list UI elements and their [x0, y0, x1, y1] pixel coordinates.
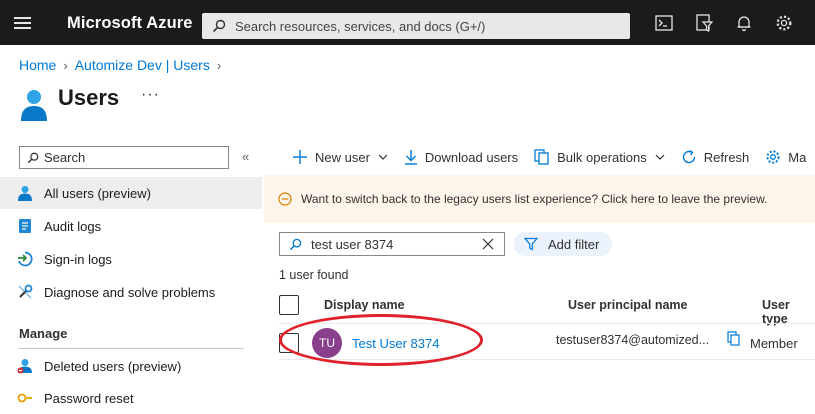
sidebar-item-label: Audit logs: [44, 218, 102, 234]
download-icon: [404, 150, 417, 165]
add-filter-button[interactable]: Add filter: [514, 232, 612, 256]
chevron-down-icon: [655, 154, 665, 160]
sidebar-item-audit-logs[interactable]: Audit logs: [0, 210, 262, 242]
brand-title[interactable]: Microsoft Azure: [67, 14, 193, 33]
bulk-operations-label: Bulk operations: [557, 149, 647, 165]
global-search-input[interactable]: Search resources, services, and docs (G+…: [202, 13, 630, 39]
column-header-user-type[interactable]: User type: [762, 298, 815, 326]
sidebar-item-label: All users (preview): [44, 185, 151, 201]
chevron-right-icon: ›: [216, 57, 222, 73]
plus-icon: [293, 150, 307, 164]
copy-icon[interactable]: [727, 331, 741, 347]
sidebar-search-input[interactable]: Search: [19, 146, 229, 169]
wrench-icon: [18, 284, 33, 299]
bulk-operations-icon: [534, 149, 549, 165]
sidebar-item-label: Password reset: [44, 390, 134, 406]
user-search-input[interactable]: test user 8374: [279, 232, 505, 256]
breadcrumb: Home › Automize Dev | Users ›: [19, 57, 228, 73]
sidebar-search-placeholder: Search: [44, 150, 86, 165]
result-count: 1 user found: [279, 268, 349, 282]
warning-icon: [278, 192, 292, 206]
key-icon: [17, 393, 32, 403]
add-filter-label: Add filter: [548, 236, 600, 252]
page-title: Users: [58, 85, 120, 110]
global-search-placeholder: Search resources, services, and docs (G+…: [235, 18, 486, 34]
breadcrumb-home[interactable]: Home: [19, 57, 56, 73]
sidebar-item-diagnose[interactable]: Diagnose and solve problems: [0, 276, 262, 308]
user-search-value: test user 8374: [311, 236, 394, 252]
sign-in-icon: [18, 251, 33, 267]
sidebar-item-deleted-users[interactable]: Deleted users (preview): [0, 350, 262, 382]
search-icon: [212, 19, 226, 33]
search-icon: [289, 238, 302, 250]
select-all-checkbox[interactable]: [279, 295, 299, 315]
sidebar-item-label: Deleted users (preview): [44, 358, 182, 374]
more-options-icon[interactable]: ···: [141, 86, 160, 104]
notifications-icon[interactable]: [735, 14, 753, 32]
sidebar-item-password-reset[interactable]: Password reset: [0, 382, 262, 414]
top-bar: Microsoft Azure Search resources, servic…: [0, 0, 815, 45]
banner-text: Want to switch back to the legacy users …: [301, 192, 768, 206]
deleted-user-icon: [17, 359, 32, 374]
new-user-label: New user: [315, 149, 370, 165]
users-icon: [21, 90, 47, 121]
column-header-display-name[interactable]: Display name: [324, 298, 405, 312]
user-type: Member: [750, 336, 798, 351]
audit-log-icon: [19, 219, 31, 233]
sidebar-divider: [19, 348, 244, 349]
close-icon[interactable]: [482, 238, 494, 250]
sidebar-item-sign-in-logs[interactable]: Sign-in logs: [0, 243, 262, 275]
filter-icon: [524, 237, 538, 251]
sidebar-item-label: Diagnose and solve problems: [44, 284, 216, 300]
download-users-label: Download users: [424, 149, 519, 165]
preview-banner[interactable]: Want to switch back to the legacy users …: [264, 175, 815, 223]
cloud-shell-icon[interactable]: [655, 14, 673, 32]
highlight-circle-annotation: [279, 314, 483, 366]
download-users-button[interactable]: Download users: [404, 149, 518, 165]
sidebar-item-label: Sign-in logs: [44, 251, 112, 267]
manage-view-button[interactable]: Ma: [765, 149, 806, 165]
manage-view-label: Ma: [788, 149, 807, 165]
menu-icon[interactable]: [14, 17, 31, 29]
gear-icon: [766, 150, 780, 164]
user-principal-name: testuser8374@automized...: [556, 333, 710, 347]
chevron-right-icon: ›: [63, 57, 68, 73]
breadcrumb-tenant[interactable]: Automize Dev | Users: [75, 57, 210, 73]
chevron-down-icon: [378, 154, 388, 160]
sidebar-section-manage: Manage: [19, 326, 68, 341]
column-header-upn[interactable]: User principal name: [568, 298, 688, 312]
refresh-button[interactable]: Refresh: [681, 149, 750, 165]
new-user-button[interactable]: New user: [292, 149, 388, 165]
refresh-label: Refresh: [703, 149, 750, 165]
settings-icon[interactable]: [775, 14, 793, 32]
command-bar: New user Download users Bulk operations …: [292, 147, 815, 167]
refresh-icon: [682, 149, 695, 164]
directory-filter-icon[interactable]: [695, 14, 713, 32]
bulk-operations-button[interactable]: Bulk operations: [534, 149, 665, 165]
sidebar-item-all-users[interactable]: All users (preview): [0, 177, 262, 209]
search-icon: [27, 152, 39, 163]
user-icon: [18, 186, 32, 201]
collapse-sidebar-icon[interactable]: «: [242, 149, 249, 164]
